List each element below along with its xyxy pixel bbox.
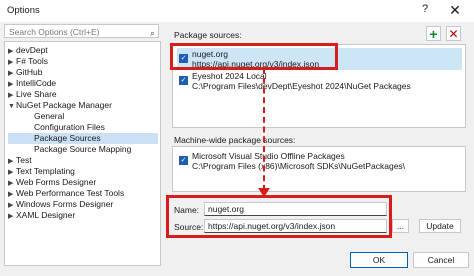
tree-item-test[interactable]: ▶ Test: [8, 155, 158, 166]
arrow-down-icon: [258, 188, 270, 197]
tree-item-nuget-package-manager[interactable]: ▼NuGet Package Manager: [8, 100, 158, 111]
highlight-box-form: [166, 195, 392, 238]
source-url: C:\Program Files (x86)\Microsoft SDKs\Nu…: [192, 161, 406, 171]
chevron-right-icon: ▶: [8, 213, 14, 220]
checkbox[interactable]: ✓: [179, 76, 188, 85]
list-item[interactable]: ✓ Microsoft Visual Studio Offline Packag…: [177, 150, 462, 172]
ok-button[interactable]: OK: [350, 252, 408, 268]
window-title: Options: [7, 5, 40, 16]
tree-item-general[interactable]: General: [8, 111, 158, 122]
close-icon[interactable]: ✕: [446, 1, 464, 19]
title-bar: Options ? ✕: [0, 0, 474, 22]
tree-item-web-performance-test-tools[interactable]: ▶ Web Performance Test Tools: [8, 188, 158, 199]
search-icon: ⌕: [149, 28, 155, 38]
tree-item-package-source-mapping[interactable]: Package Source Mapping: [8, 144, 158, 155]
source-name: Eyeshot 2024 Local: [192, 71, 267, 81]
search-placeholder: Search Options (Ctrl+E): [9, 27, 100, 37]
add-source-button[interactable]: +: [426, 26, 441, 41]
highlight-connector: [263, 68, 265, 191]
machine-sources-list[interactable]: ✓ Microsoft Visual Studio Offline Packag…: [172, 146, 466, 192]
tree-item-devdept[interactable]: ▶ devDept: [8, 45, 158, 56]
source-name: Microsoft Visual Studio Offline Packages: [192, 151, 345, 161]
tree-item-fsharp-tools[interactable]: ▶ F# Tools: [8, 56, 158, 67]
options-tree[interactable]: ▶ devDept ▶ F# Tools ▶ GitHub ▶ IntelliCode …: [4, 41, 161, 266]
tree-item-windows-forms-designer[interactable]: ▶ Windows Forms Designer: [8, 199, 158, 210]
tree-item-web-forms-designer[interactable]: ▶ Web Forms Designer: [8, 177, 158, 188]
tree-item-configuration-files[interactable]: Configuration Files: [8, 122, 158, 133]
browse-button[interactable]: ...: [392, 219, 409, 233]
remove-source-button[interactable]: ✕: [446, 26, 461, 41]
list-item[interactable]: ✓ Eyeshot 2024 Local C:\Program Files\de…: [177, 70, 462, 92]
update-button[interactable]: Update: [419, 219, 461, 233]
tree-item-github[interactable]: ▶ GitHub: [8, 67, 158, 78]
machine-sources-label: Machine-wide package sources:: [174, 135, 296, 145]
package-sources-label: Package sources:: [174, 30, 242, 40]
highlight-box-source: [170, 43, 338, 70]
cancel-button[interactable]: Cancel: [413, 252, 469, 268]
tree-item-package-sources[interactable]: Package Sources: [8, 133, 158, 144]
search-input[interactable]: Search Options (Ctrl+E) ⌕: [4, 24, 159, 38]
help-icon[interactable]: ?: [418, 3, 432, 17]
source-url: C:\Program Files\devDept\Eyeshot 2024\Nu…: [192, 81, 411, 91]
tree-item-text-templating[interactable]: ▶ Text Templating: [8, 166, 158, 177]
checkbox[interactable]: ✓: [179, 156, 188, 165]
tree-item-xaml-designer[interactable]: ▶ XAML Designer: [8, 210, 158, 221]
tree-item-intellicode[interactable]: ▶ IntelliCode: [8, 78, 158, 89]
tree-item-live-share[interactable]: ▶ Live Share: [8, 89, 158, 100]
